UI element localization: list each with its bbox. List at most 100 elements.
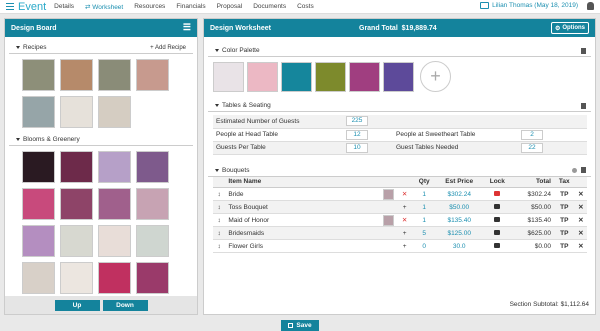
- nav-details[interactable]: Details: [54, 3, 74, 10]
- drag-handle-icon[interactable]: ↕: [213, 213, 226, 227]
- bloom-thumbnail[interactable]: [60, 225, 93, 257]
- item-name: Maid of Honor: [225, 213, 375, 227]
- nav-financials[interactable]: Financials: [176, 3, 205, 10]
- row-action-icon[interactable]: +: [397, 226, 412, 240]
- recipe-thumbnail[interactable]: [22, 59, 55, 91]
- price-input[interactable]: $302.24: [436, 187, 482, 201]
- bloom-thumbnail[interactable]: [22, 262, 55, 294]
- close-icon[interactable]: ✕: [574, 213, 587, 227]
- down-button[interactable]: Down: [102, 299, 148, 311]
- close-icon[interactable]: ✕: [574, 226, 587, 240]
- recipes-section[interactable]: Recipes + Add Recipe: [9, 42, 193, 54]
- qty-input[interactable]: 1: [411, 200, 437, 214]
- bloom-thumbnail[interactable]: [98, 225, 131, 257]
- bloom-thumbnail[interactable]: [60, 188, 93, 220]
- bloom-thumbnail[interactable]: [136, 151, 169, 183]
- nav-worksheet[interactable]: ⇄ Worksheet: [85, 3, 123, 11]
- tax-code[interactable]: TP: [553, 226, 575, 240]
- color-swatch[interactable]: [349, 61, 380, 92]
- color-swatch[interactable]: [383, 61, 414, 92]
- head-table-input[interactable]: 12: [346, 129, 368, 140]
- close-icon[interactable]: ✕: [574, 200, 587, 214]
- color-swatch[interactable]: [315, 61, 346, 92]
- row-action-icon[interactable]: +: [397, 239, 412, 253]
- recipe-thumbnail[interactable]: [136, 59, 169, 91]
- bloom-thumbnail[interactable]: [98, 262, 131, 294]
- tax-code[interactable]: TP: [553, 200, 575, 214]
- settings-dot-icon[interactable]: [572, 167, 577, 173]
- recipe-thumbnail[interactable]: [60, 59, 93, 91]
- price-input[interactable]: 30.0: [436, 239, 482, 253]
- collapse-icon: [16, 138, 20, 141]
- bloom-thumbnail[interactable]: [22, 188, 55, 220]
- bloom-thumbnail[interactable]: [136, 262, 169, 294]
- color-swatch[interactable]: [247, 61, 278, 92]
- options-label: Options: [562, 25, 585, 31]
- nav-resources[interactable]: Resources: [134, 3, 165, 10]
- nav-proposal[interactable]: Proposal: [217, 3, 243, 10]
- sweetheart-input[interactable]: 2: [521, 129, 543, 140]
- tables-seating-section[interactable]: Tables & Seating: [208, 100, 591, 112]
- close-icon[interactable]: ✕: [574, 187, 587, 201]
- guests-input[interactable]: 225: [346, 116, 368, 127]
- bloom-thumbnail[interactable]: [98, 188, 131, 220]
- price-input[interactable]: $125.00: [436, 226, 482, 240]
- trash-icon[interactable]: [581, 102, 586, 109]
- price-input[interactable]: $135.40: [436, 213, 482, 227]
- lock-open-icon[interactable]: [494, 203, 501, 209]
- row-action-icon[interactable]: +: [397, 200, 412, 214]
- nav-documents[interactable]: Documents: [253, 3, 286, 10]
- save-button[interactable]: Save: [281, 320, 319, 331]
- drag-handle-icon[interactable]: ↕: [213, 187, 226, 201]
- tax-code[interactable]: TP: [553, 213, 575, 227]
- bloom-thumbnail[interactable]: [98, 151, 131, 183]
- lock-closed-icon[interactable]: [494, 190, 501, 196]
- bloom-thumbnail[interactable]: [136, 188, 169, 220]
- bloom-thumbnail[interactable]: [22, 151, 55, 183]
- trash-icon[interactable]: [581, 167, 586, 173]
- color-palette-section[interactable]: Color Palette: [208, 45, 591, 57]
- bloom-thumbnail[interactable]: [136, 225, 169, 257]
- drag-handle-icon[interactable]: ↕: [213, 200, 226, 214]
- options-button[interactable]: ⚙ Options: [550, 22, 589, 34]
- row-action-icon[interactable]: ✕: [397, 213, 412, 227]
- color-swatch[interactable]: [213, 61, 244, 92]
- recipe-thumbnail[interactable]: [60, 96, 93, 128]
- nav-costs[interactable]: Costs: [297, 3, 314, 10]
- price-input[interactable]: $50.00: [436, 200, 482, 214]
- recipe-thumbnail[interactable]: [98, 96, 131, 128]
- tax-code[interactable]: TP: [553, 239, 575, 253]
- qty-input[interactable]: 5: [411, 226, 437, 240]
- recipe-thumbnail[interactable]: [22, 96, 55, 128]
- guests-per-table-input[interactable]: 10: [346, 142, 368, 153]
- brand[interactable]: Event: [6, 1, 46, 13]
- bouquet-image[interactable]: [383, 188, 395, 200]
- user-info[interactable]: Lilian Thomas (May 18, 2019): [480, 2, 578, 9]
- add-color-button[interactable]: +: [420, 61, 451, 92]
- blooms-section[interactable]: Blooms & Greenery: [9, 134, 193, 146]
- bloom-thumbnail[interactable]: [60, 262, 93, 294]
- tables-needed-input[interactable]: 22: [521, 142, 543, 153]
- bloom-thumbnail[interactable]: [22, 225, 55, 257]
- qty-input[interactable]: 1: [411, 213, 437, 227]
- qty-input[interactable]: 0: [411, 239, 437, 253]
- recipe-thumbnail[interactable]: [98, 59, 131, 91]
- drag-handle-icon[interactable]: ↕: [213, 226, 226, 240]
- qty-input[interactable]: 1: [411, 187, 437, 201]
- lock-open-icon[interactable]: [494, 229, 501, 235]
- filter-menu-icon[interactable]: ☰: [183, 23, 191, 32]
- bell-icon[interactable]: [587, 2, 594, 10]
- close-icon[interactable]: ✕: [574, 239, 587, 253]
- lock-open-icon[interactable]: [494, 242, 501, 248]
- tax-code[interactable]: TP: [553, 187, 575, 201]
- bloom-thumbnail[interactable]: [60, 151, 93, 183]
- row-action-icon[interactable]: ✕: [397, 187, 412, 201]
- bouquet-image[interactable]: [383, 214, 395, 226]
- trash-icon[interactable]: [581, 47, 586, 54]
- color-swatch[interactable]: [281, 61, 312, 92]
- lock-open-icon[interactable]: [494, 216, 501, 222]
- add-recipe-button[interactable]: + Add Recipe: [150, 45, 186, 51]
- up-button[interactable]: Up: [54, 299, 100, 311]
- bouquets-section[interactable]: Bouquets: [208, 165, 591, 177]
- drag-handle-icon[interactable]: ↕: [213, 239, 226, 253]
